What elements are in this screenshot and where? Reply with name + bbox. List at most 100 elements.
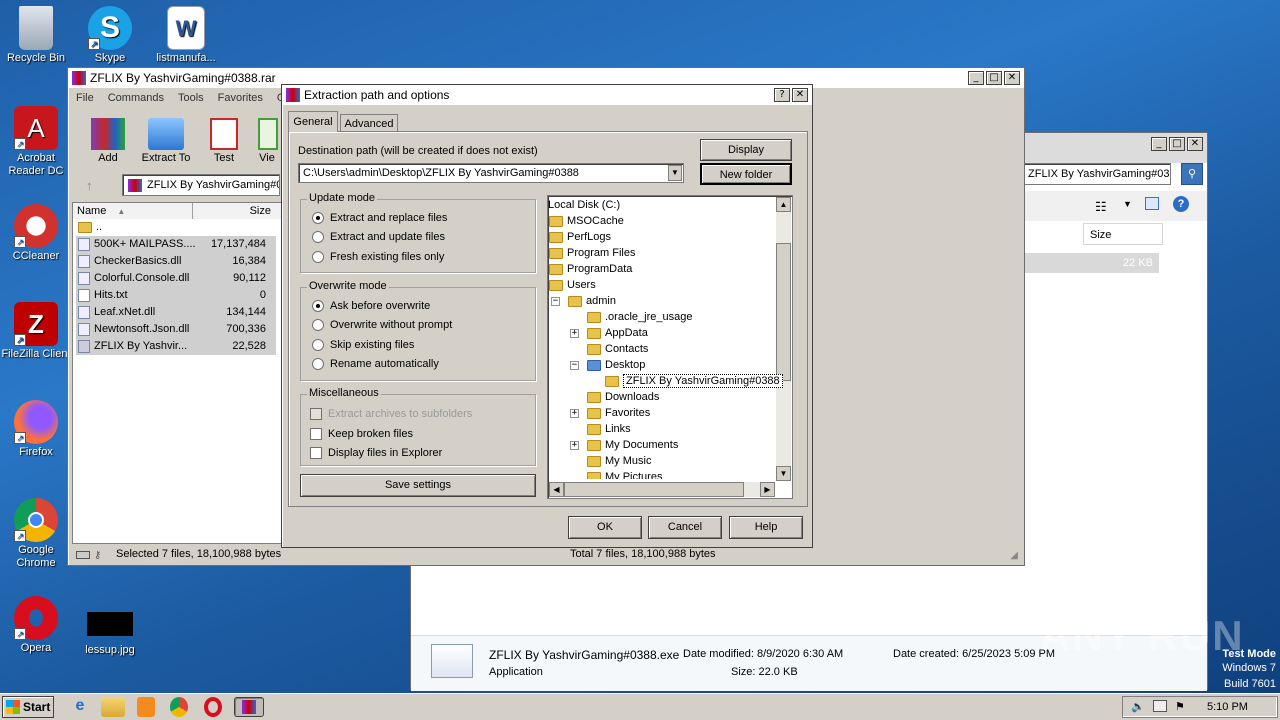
radio-button[interactable]	[312, 300, 324, 312]
tree-vertical-scrollbar[interactable]: ▲ ▼	[776, 197, 791, 481]
collapse-icon[interactable]: −	[551, 297, 560, 306]
radio-extract-update[interactable]: Extract and update files	[312, 231, 445, 243]
tree-item-perflogs[interactable]: PerfLogs	[549, 229, 611, 245]
minimize-button[interactable]: _	[1151, 137, 1167, 151]
radio-button[interactable]	[312, 231, 324, 243]
speaker-icon[interactable]: 🔈	[1131, 700, 1145, 713]
expand-icon[interactable]: +	[570, 329, 579, 338]
tree-item-desktop[interactable]: Desktop	[587, 357, 645, 373]
radio-button[interactable]	[312, 319, 324, 331]
tree-horizontal-scrollbar[interactable]: ◀ ▶	[549, 482, 775, 497]
radio-overwrite-without-prompt[interactable]: Overwrite without prompt	[312, 319, 452, 331]
radio-extract-replace[interactable]: Extract and replace files	[312, 212, 447, 224]
scroll-down-button[interactable]: ▼	[776, 466, 791, 481]
close-button[interactable]: ✕	[1004, 71, 1020, 85]
up-arrow-icon[interactable]: ↑	[86, 178, 93, 193]
desktop-icon-ccleaner[interactable]: ↗ CCleaner	[0, 204, 72, 263]
radio-rename-automatically[interactable]: Rename automatically	[312, 358, 439, 370]
file-row-parent[interactable]: ..	[76, 219, 276, 236]
chrome-icon[interactable]	[170, 697, 188, 717]
desktop-icon-firefox[interactable]: ↗ Firefox	[0, 400, 72, 459]
resize-grip-icon[interactable]: ◢	[1010, 550, 1018, 561]
explorer-icon[interactable]	[101, 697, 125, 717]
desktop-icon-acrobat[interactable]: A ↗ Acrobat Reader DC	[0, 106, 72, 178]
file-row[interactable]: ZFLIX By Yashvir... 22,528	[76, 338, 276, 355]
tree-item-my-pictures[interactable]: My Pictures	[587, 469, 662, 479]
radio-button[interactable]	[312, 339, 324, 351]
radio-button[interactable]	[312, 358, 324, 370]
tree-item-downloads[interactable]: Downloads	[587, 389, 659, 405]
close-button[interactable]: ✕	[792, 88, 808, 102]
search-button[interactable]: ⚲	[1181, 163, 1203, 185]
radio-button[interactable]	[312, 212, 324, 224]
cancel-button[interactable]: Cancel	[648, 516, 722, 539]
scroll-hthumb[interactable]	[564, 482, 744, 497]
new-folder-button[interactable]: New folder	[700, 163, 792, 185]
tab-advanced[interactable]: Advanced	[340, 114, 398, 132]
radio-fresh-existing[interactable]: Fresh existing files only	[312, 251, 444, 263]
desktop-icon-listmanufa[interactable]: W listmanufa...	[150, 6, 222, 65]
checkbox-display-in-explorer[interactable]: Display files in Explorer	[310, 447, 442, 459]
opera-icon[interactable]	[204, 697, 222, 717]
network-icon[interactable]	[1153, 700, 1167, 712]
checkbox[interactable]	[310, 428, 322, 440]
desktop-icon-opera[interactable]: ↗ Opera	[0, 596, 72, 655]
file-row[interactable]: Newtonsoft.Json.dll 700,336	[76, 321, 276, 338]
clock[interactable]: 5:10 PM	[1207, 701, 1248, 713]
views-icon[interactable]: ☷	[1095, 199, 1107, 215]
tree-item-programdata[interactable]: ProgramData	[549, 261, 632, 277]
toolbar-extract-to-button[interactable]: Extract To	[138, 118, 194, 164]
tree-item-admin[interactable]: admin	[568, 293, 616, 309]
toolbar-view-button[interactable]: Vie	[254, 118, 280, 164]
tree-item-users[interactable]: Users	[549, 277, 596, 293]
collapse-icon[interactable]: −	[570, 361, 579, 370]
display-button[interactable]: Display	[700, 139, 792, 161]
maximize-button[interactable]: □	[1169, 137, 1185, 151]
winrar-path-field[interactable]: ZFLIX By YashvirGaming#03	[122, 174, 280, 196]
expand-icon[interactable]: +	[570, 441, 579, 450]
checkbox[interactable]	[310, 447, 322, 459]
minimize-button[interactable]: _	[968, 71, 984, 85]
column-header-name[interactable]: Name ▲	[73, 203, 193, 219]
desktop-icon-lessup[interactable]: lessup.jpg	[74, 612, 146, 657]
tree-item-oracle-jre-usage[interactable]: .oracle_jre_usage	[587, 309, 692, 325]
preview-pane-icon[interactable]	[1145, 197, 1159, 210]
menu-commands[interactable]: Commands	[108, 92, 164, 104]
help-icon[interactable]: ?	[1173, 196, 1189, 212]
help-title-button[interactable]: ?	[774, 88, 790, 102]
tree-item-favorites[interactable]: Favorites	[587, 405, 650, 421]
tree-item-program-files[interactable]: Program Files	[549, 245, 635, 261]
file-row[interactable]: CheckerBasics.dll 16,384	[76, 253, 276, 270]
tree-item-my-music[interactable]: My Music	[587, 453, 651, 469]
help-button[interactable]: Help	[729, 516, 803, 539]
tree-item-links[interactable]: Links	[587, 421, 631, 437]
file-row[interactable]: Hits.txt 0	[76, 287, 276, 304]
column-header-size[interactable]: Size	[193, 203, 283, 219]
scroll-thumb[interactable]	[776, 243, 791, 381]
destination-path-input[interactable]: C:\Users\admin\Desktop\ZFLIX By YashvirG…	[298, 163, 684, 183]
flag-icon[interactable]: ⚑	[1175, 700, 1185, 713]
tree-item-contacts[interactable]: Contacts	[587, 341, 648, 357]
tree-item-zflix-selected[interactable]: ZFLIX By YashvirGaming#0388	[605, 373, 783, 389]
scroll-left-button[interactable]: ◀	[549, 482, 564, 497]
start-button[interactable]: Start	[2, 696, 54, 718]
winrar-taskbar-icon[interactable]	[234, 697, 264, 717]
file-row[interactable]: Colorful.Console.dll 90,112	[76, 270, 276, 287]
scroll-up-button[interactable]: ▲	[776, 197, 791, 212]
explorer-size-column[interactable]: Size	[1083, 223, 1163, 245]
save-settings-button[interactable]: Save settings	[300, 474, 536, 497]
menu-favorites[interactable]: Favorites	[218, 92, 263, 104]
tab-general[interactable]: General	[288, 111, 338, 132]
file-row[interactable]: Leaf.xNet.dll 134,144	[76, 304, 276, 321]
ie-icon[interactable]: e	[68, 697, 92, 717]
explorer-address-bar[interactable]: ZFLIX By YashvirGaming#0388	[1023, 163, 1171, 185]
tree-item-local-disk[interactable]: Local Disk (C:)	[548, 197, 620, 213]
tree-item-appdata[interactable]: AppData	[587, 325, 648, 341]
expand-icon[interactable]: +	[570, 409, 579, 418]
file-row[interactable]: 500K+ MAILPASS.... 17,137,484	[76, 236, 276, 253]
ok-button[interactable]: OK	[568, 516, 642, 539]
media-player-icon[interactable]	[137, 697, 155, 717]
radio-ask-before-overwrite[interactable]: Ask before overwrite	[312, 300, 430, 312]
toolbar-test-button[interactable]: Test	[204, 118, 244, 164]
close-button[interactable]: ✕	[1187, 137, 1203, 151]
